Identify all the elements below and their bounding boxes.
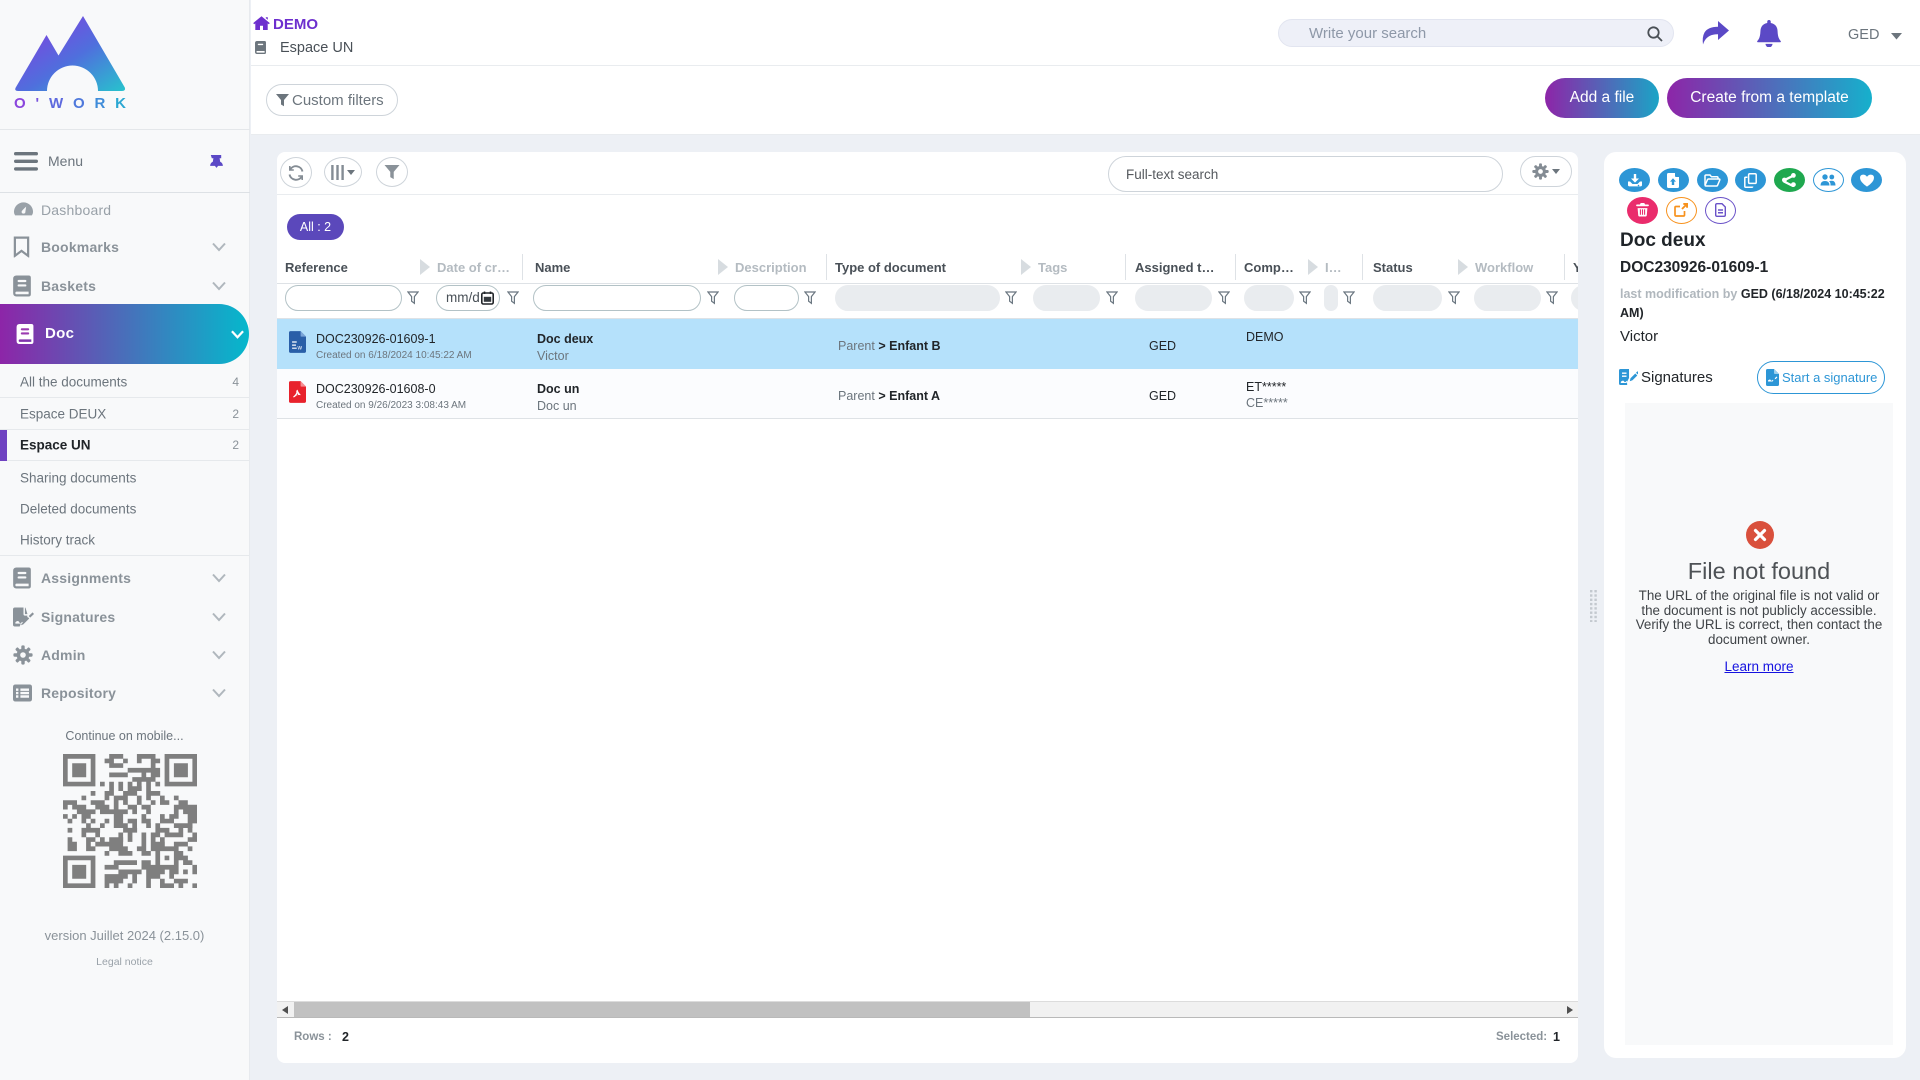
- svg-text:w: w: [297, 345, 303, 352]
